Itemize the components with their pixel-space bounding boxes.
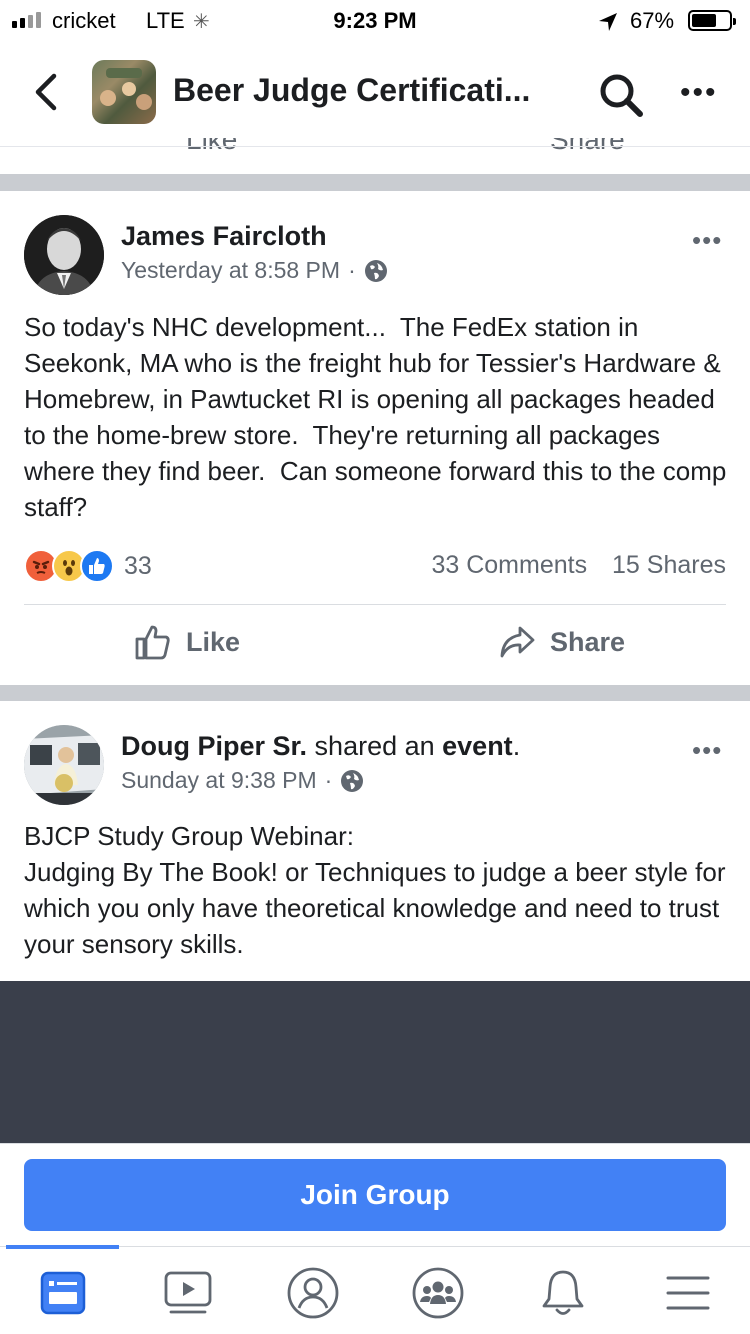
shared-object-link[interactable]: event [442,731,513,761]
menu-icon[interactable] [660,1265,716,1321]
post-headline: Doug Piper Sr. shared an event. [121,731,520,762]
reaction-count: 33 [124,551,152,580]
profile-icon[interactable] [285,1265,341,1321]
like-reaction-icon [80,549,114,583]
previous-share-label[interactable]: Share [550,138,625,150]
meta-dot: · [348,257,356,283]
post-time[interactable]: Yesterday at 8:58 PM [121,257,340,284]
share-action-text: shared an [307,731,443,761]
post-time[interactable]: Sunday at 9:38 PM [121,767,317,794]
post-separator [0,685,750,701]
group-header: Beer Judge Certificati... ••• [0,42,750,142]
shares-count[interactable]: 15 Shares [612,551,726,579]
post-options-icon[interactable]: ••• [692,735,722,766]
post-separator [0,174,750,191]
actions-divider [24,604,726,605]
like-label: Like [186,626,241,657]
headline-period: . [512,731,521,761]
location-arrow-icon [599,13,617,31]
meta-dot: · [324,767,333,793]
comments-count[interactable]: 33 Comments [431,551,587,579]
globe-icon [341,769,364,792]
header-divider [0,146,750,147]
share-arrow-icon [500,626,535,658]
more-icon[interactable]: ••• [680,78,718,108]
notifications-icon[interactable] [535,1265,591,1321]
post-text: BJCP Study Group Webinar: Judging By The… [24,821,726,959]
avatar-photo [24,725,104,805]
group-avatar[interactable] [92,60,156,124]
active-tab-indicator [6,1245,119,1249]
status-bar: cricket LTE ✳ 9:23 PM 67% [0,0,750,42]
post-options-icon[interactable]: ••• [692,225,722,256]
avatar-photo [24,215,104,295]
feed-post: James Faircloth Yesterday at 8:58 PM · •… [0,191,750,685]
previous-post-actions: Like Share [0,138,750,150]
post-meta: Yesterday at 8:58 PM · [121,257,388,284]
thumbs-up-icon [135,625,170,660]
post-meta: Sunday at 9:38 PM · [121,767,364,794]
feed-icon[interactable] [35,1265,91,1321]
watch-icon[interactable] [160,1265,216,1321]
avatar[interactable] [24,215,104,295]
join-bar: Join Group [0,1143,750,1246]
group-title[interactable]: Beer Judge Certificati... [173,72,530,109]
like-button[interactable]: Like [134,623,240,661]
bottom-tab-bar [0,1245,750,1334]
post-author[interactable]: James Faircloth [121,221,327,252]
join-group-button[interactable]: Join Group [24,1159,726,1231]
event-cover[interactable] [0,981,750,1143]
battery-percent: 67% [630,8,675,33]
feed-post: Doug Piper Sr. shared an event. Sunday a… [0,701,750,981]
previous-like-label[interactable]: Like [186,138,237,150]
battery-icon [688,10,736,31]
share-button[interactable]: Share [498,623,625,661]
globe-icon [364,259,387,282]
avatar[interactable] [24,725,104,805]
reactions-summary[interactable]: 33 [24,549,152,583]
share-label: Share [550,626,626,657]
post-text: So today's NHC development... The FedEx … [24,312,734,522]
engagement-counts: 33 Comments 15 Shares [431,551,726,580]
post-author[interactable]: Doug Piper Sr. [121,731,307,761]
search-icon[interactable] [598,72,644,118]
groups-icon[interactable] [410,1265,466,1321]
back-icon[interactable] [30,72,64,112]
